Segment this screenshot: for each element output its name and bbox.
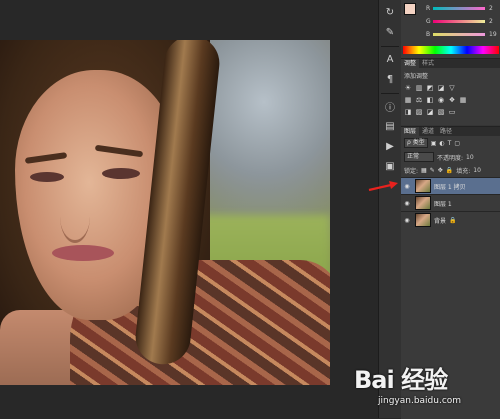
layer-row[interactable]: ◉ 图层 1 xyxy=(401,194,500,211)
color-panel: R 2 G 2 B 19 xyxy=(401,0,500,58)
tab-adjustments[interactable]: 调整 xyxy=(401,59,420,68)
adjustments-row-3: ◨ ▨ ◪ ▧ ▭ xyxy=(401,106,500,118)
b-value[interactable]: 19 xyxy=(489,31,497,38)
character-icon[interactable]: A xyxy=(384,53,396,65)
lock-row: 锁定: ▦ ✎ ✥ 🔒 填充: 10 xyxy=(401,164,500,177)
paragraph-icon[interactable]: ¶ xyxy=(384,73,396,85)
left-eye xyxy=(30,172,64,182)
lock-all-icon[interactable]: 🔒 xyxy=(446,167,453,174)
tab-layers[interactable]: 图层 xyxy=(401,127,420,136)
lock-position-icon[interactable]: ✥ xyxy=(438,167,443,174)
document-canvas[interactable] xyxy=(0,0,378,418)
opacity-label: 不透明度: xyxy=(437,154,464,162)
r-label: R xyxy=(426,5,431,12)
color-balance-icon[interactable]: ⚖ xyxy=(415,96,423,104)
adjustment-filter-icon[interactable]: ◐ xyxy=(439,140,444,147)
photo-filter-icon[interactable]: ◉ xyxy=(437,96,445,104)
tab-paths[interactable]: 路径 xyxy=(437,127,455,136)
layers-tabs: 图层 通道 路径 xyxy=(401,127,500,136)
nose xyxy=(60,190,90,243)
red-arrow-annotation xyxy=(368,181,398,192)
adjustments-row-1: ☀ ▥ ◩ ◪ ▽ xyxy=(401,82,500,94)
type-filter-icon[interactable]: T xyxy=(448,140,452,147)
threshold-icon[interactable]: ◪ xyxy=(426,108,434,116)
right-panels: R 2 G 2 B 19 调整 样式 添加调整 ☀ ▥ ◩ ◪ ▽ ▦ ⚖ ◧ … xyxy=(401,0,500,419)
blend-row: 正常 不透明度: 10 xyxy=(401,150,500,164)
brush-preset-icon[interactable]: ✎ xyxy=(384,26,396,38)
filter-icons: ▣ ◐ T ▢ xyxy=(431,140,460,147)
curves-icon[interactable]: ◩ xyxy=(426,84,434,92)
layer-thumbnail xyxy=(415,196,431,210)
brightness-icon[interactable]: ☀ xyxy=(404,84,412,92)
layer-name[interactable]: 背景 xyxy=(434,216,446,225)
right-eye xyxy=(102,168,140,179)
properties-icon[interactable]: ▤ xyxy=(384,120,396,132)
adjustments-panel: 调整 样式 添加调整 ☀ ▥ ◩ ◪ ▽ ▦ ⚖ ◧ ◉ ❖ ▦ ◨ ▨ ◪ ▧… xyxy=(401,58,500,125)
history-icon[interactable]: ↻ xyxy=(384,6,396,18)
layer-name[interactable]: 图层 1 xyxy=(434,199,452,208)
layer-thumbnail xyxy=(415,179,431,193)
g-label: G xyxy=(426,18,431,25)
visibility-eye-icon[interactable]: ◉ xyxy=(401,183,413,190)
r-value[interactable]: 2 xyxy=(489,5,493,12)
black-white-icon[interactable]: ◧ xyxy=(426,96,434,104)
shape-filter-icon[interactable]: ▢ xyxy=(454,140,460,147)
fill-value[interactable]: 10 xyxy=(473,167,481,174)
tab-styles[interactable]: 样式 xyxy=(419,59,437,68)
pixel-filter-icon[interactable]: ▣ xyxy=(431,140,437,147)
layer-thumbnail xyxy=(415,213,431,227)
vibrance-icon[interactable]: ▽ xyxy=(448,84,456,92)
foreground-color-swatch[interactable] xyxy=(404,3,416,15)
lock-icon: 🔒 xyxy=(449,216,457,224)
blend-mode-select[interactable]: 正常 xyxy=(404,152,434,162)
lock-image-icon[interactable]: ✎ xyxy=(430,167,435,174)
dock-divider xyxy=(381,46,399,47)
levels-icon[interactable]: ▥ xyxy=(415,84,423,92)
layer-row[interactable]: ◉ 背景 🔒 xyxy=(401,211,500,228)
lock-label: 锁定: xyxy=(404,168,419,175)
color-spectrum-bar[interactable] xyxy=(403,46,499,54)
layer-row[interactable]: ◉ 图层 1 拷贝 xyxy=(401,177,500,194)
adjustments-title: 添加调整 xyxy=(404,73,429,80)
exposure-icon[interactable]: ◪ xyxy=(437,84,445,92)
mouth xyxy=(52,245,114,261)
baidu-jingyan-watermark: Bai 经验 jingyan.baidu.com xyxy=(350,360,500,418)
filter-row: ρ 类型 ▣ ◐ T ▢ xyxy=(401,136,500,150)
visibility-eye-icon[interactable]: ◉ xyxy=(401,217,413,224)
watermark-logo-text: Bai 经验 xyxy=(354,366,448,394)
fill-label: 填充: xyxy=(456,168,471,175)
lock-icons: ▦ ✎ ✥ 🔒 xyxy=(421,167,453,174)
adjustments-tabs: 调整 样式 xyxy=(401,59,500,68)
opacity-value[interactable]: 10 xyxy=(466,154,474,161)
adjustments-row-2: ▦ ⚖ ◧ ◉ ❖ ▦ xyxy=(401,94,500,106)
b-label: B xyxy=(426,31,431,38)
r-slider[interactable] xyxy=(433,7,485,10)
portrait-photo[interactable] xyxy=(0,40,330,385)
g-value[interactable]: 2 xyxy=(489,18,493,25)
layer-name[interactable]: 图层 1 拷贝 xyxy=(434,182,466,191)
actions-icon[interactable]: ▶ xyxy=(384,140,396,152)
lock-transparent-icon[interactable]: ▦ xyxy=(421,167,427,174)
dock-divider xyxy=(381,93,399,94)
b-slider[interactable] xyxy=(433,33,485,36)
posterize-icon[interactable]: ▨ xyxy=(415,108,423,116)
channel-mixer-icon[interactable]: ❖ xyxy=(448,96,456,104)
gradient-map-icon[interactable]: ▭ xyxy=(448,108,456,116)
visibility-eye-icon[interactable]: ◉ xyxy=(401,200,413,207)
notes-icon[interactable]: ▣ xyxy=(384,160,396,172)
panel-dock-strip: ↻ ✎ A ¶ ⓘ ▤ ▶ ▣ xyxy=(378,0,402,418)
hue-saturation-icon[interactable]: ▦ xyxy=(404,96,412,104)
kind-filter-select[interactable]: ρ 类型 xyxy=(404,138,428,148)
info-icon[interactable]: ⓘ xyxy=(384,100,396,114)
tab-channels[interactable]: 通道 xyxy=(419,127,437,136)
color-lookup-icon[interactable]: ▦ xyxy=(459,96,467,104)
watermark-url: jingyan.baidu.com xyxy=(378,396,462,406)
invert-icon[interactable]: ◨ xyxy=(404,108,412,116)
g-slider[interactable] xyxy=(433,20,485,23)
selective-color-icon[interactable]: ▧ xyxy=(437,108,445,116)
